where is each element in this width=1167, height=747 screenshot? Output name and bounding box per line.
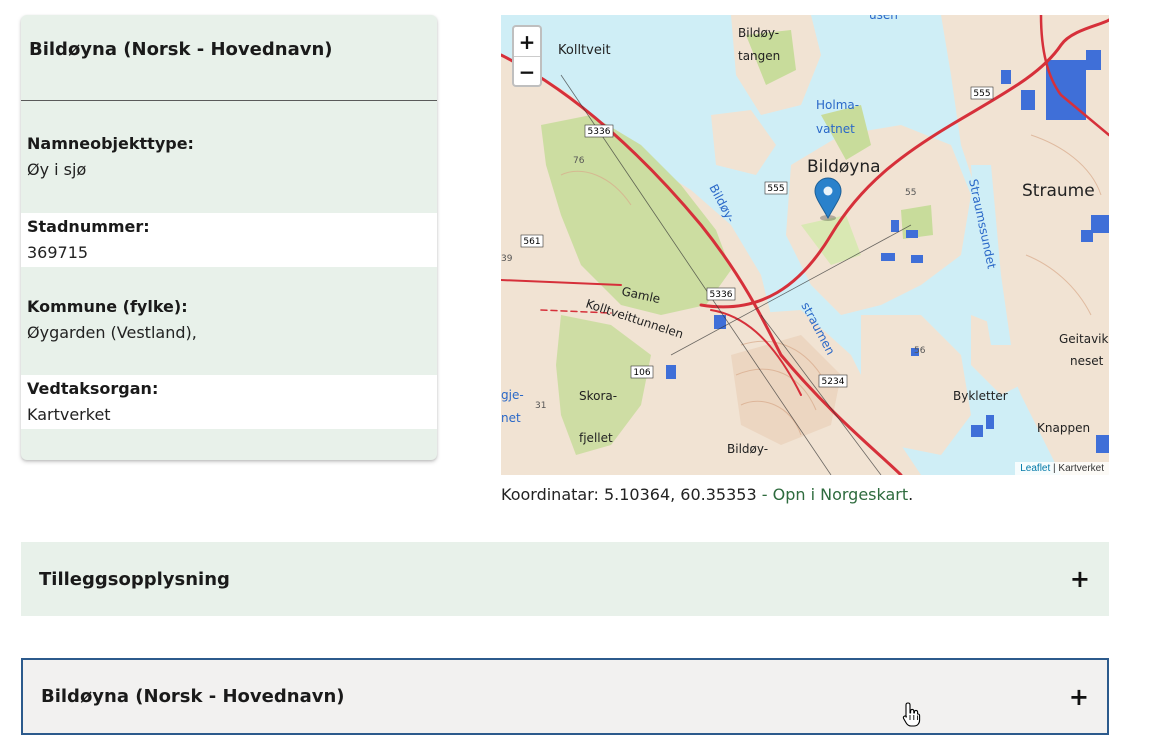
accordion-title: Tilleggsopplysning — [39, 568, 230, 590]
hand-cursor-icon — [902, 702, 921, 727]
map-label-bykletter: Bykletter — [953, 389, 1008, 403]
coordinates-separator: - — [756, 485, 773, 504]
map-label-holmavatnet: vatnet — [816, 122, 855, 136]
map-label-skorafjellet: fjellet — [579, 431, 613, 445]
road-number-555: 555 — [973, 89, 990, 99]
coordinates-line: Koordinatar: 5.10364, 60.35353 - Opn i N… — [501, 485, 913, 504]
map-label-usen: usen — [869, 15, 898, 22]
zoom-control: + − — [512, 25, 542, 87]
map-height-31: 31 — [535, 401, 546, 411]
map-height-55: 55 — [905, 188, 916, 198]
map-attribution: Leaflet | Kartverket — [1015, 462, 1109, 475]
plus-icon[interactable]: + — [1070, 567, 1090, 591]
map-canvas[interactable]: 555 555 5336 5336 5234 561 106 Kolltveit… — [501, 15, 1109, 475]
map-label-bildoytangen: Bildøy- — [738, 26, 779, 40]
coordinates-suffix: . — [908, 485, 914, 504]
field-label: Vedtaksorgan: — [27, 379, 159, 398]
road-number-5336: 5336 — [710, 290, 733, 300]
attribution-source: Kartverket — [1058, 463, 1104, 474]
road-number-555: 555 — [767, 184, 784, 194]
map-label-straume: Straume — [1022, 181, 1095, 201]
accordion-bildoyna-hovednavn[interactable]: Bildøyna (Norsk - Hovednavn) + — [21, 658, 1109, 735]
map-label-knappen: Knappen — [1037, 421, 1090, 435]
field-label: Stadnummer: — [27, 217, 150, 236]
zoom-in-button[interactable]: + — [514, 27, 540, 57]
field-label: Kommune (fylke): — [27, 297, 188, 316]
field-stadnummer: Stadnummer: 369715 — [21, 213, 437, 267]
road-number-5336: 5336 — [588, 127, 611, 137]
field-value: 369715 — [27, 243, 89, 262]
field-vedtaksorgan: Vedtaksorgan: Kartverket — [21, 375, 437, 429]
map-label-bildoy: Bildøy- — [727, 442, 768, 456]
map-height-56: 56 — [914, 346, 926, 356]
map-label-geitavik: neset — [1070, 354, 1104, 368]
coordinates-text: Koordinatar: 5.10364, 60.35353 — [501, 485, 757, 504]
map-label-geitavik: Geitavik — [1059, 332, 1109, 346]
card-header: Bildøyna (Norsk - Hovednavn) — [21, 15, 437, 101]
map[interactable]: 555 555 5336 5336 5234 561 106 Kolltveit… — [501, 15, 1109, 475]
road-number-5234: 5234 — [822, 377, 845, 387]
open-in-norgeskart-link[interactable]: Opn i Norgeskart — [773, 485, 909, 504]
field-value: Øygarden (Vestland), — [27, 323, 197, 342]
map-label-holmavatnet: Holma- — [816, 98, 859, 112]
road-number-106: 106 — [633, 368, 650, 378]
plus-icon[interactable]: + — [1069, 685, 1089, 709]
map-label-bildoytangen: tangen — [738, 49, 780, 63]
map-label-gjenet: net — [501, 411, 521, 425]
zoom-out-button[interactable]: − — [514, 57, 540, 85]
road-number-561: 561 — [523, 237, 540, 247]
map-label-gjenet: gje- — [501, 388, 524, 402]
field-value: Øy i sjø — [27, 160, 87, 179]
place-info-card: Bildøyna (Norsk - Hovednavn) Namneobjekt… — [21, 15, 437, 460]
field-kommune: Kommune (fylke): Øygarden (Vestland), — [21, 267, 437, 375]
map-label-bildoyna: Bildøyna — [807, 157, 881, 177]
leaflet-link[interactable]: Leaflet — [1020, 463, 1050, 474]
map-label-skorafjellet: Skora- — [579, 389, 617, 403]
accordion-title: Bildøyna (Norsk - Hovednavn) — [41, 686, 345, 707]
map-label-kolltveit: Kolltveit — [558, 43, 611, 58]
map-height-76: 76 — [573, 156, 585, 166]
field-namneobjekttype: Namneobjekttype: Øy i sjø — [21, 101, 437, 213]
field-value: Kartverket — [27, 405, 111, 424]
map-height-39: 39 — [501, 254, 513, 264]
field-label: Namneobjekttype: — [27, 134, 194, 153]
card-title: Bildøyna (Norsk - Hovednavn) — [29, 39, 333, 60]
accordion-tilleggsopplysning[interactable]: Tilleggsopplysning + — [21, 542, 1109, 616]
